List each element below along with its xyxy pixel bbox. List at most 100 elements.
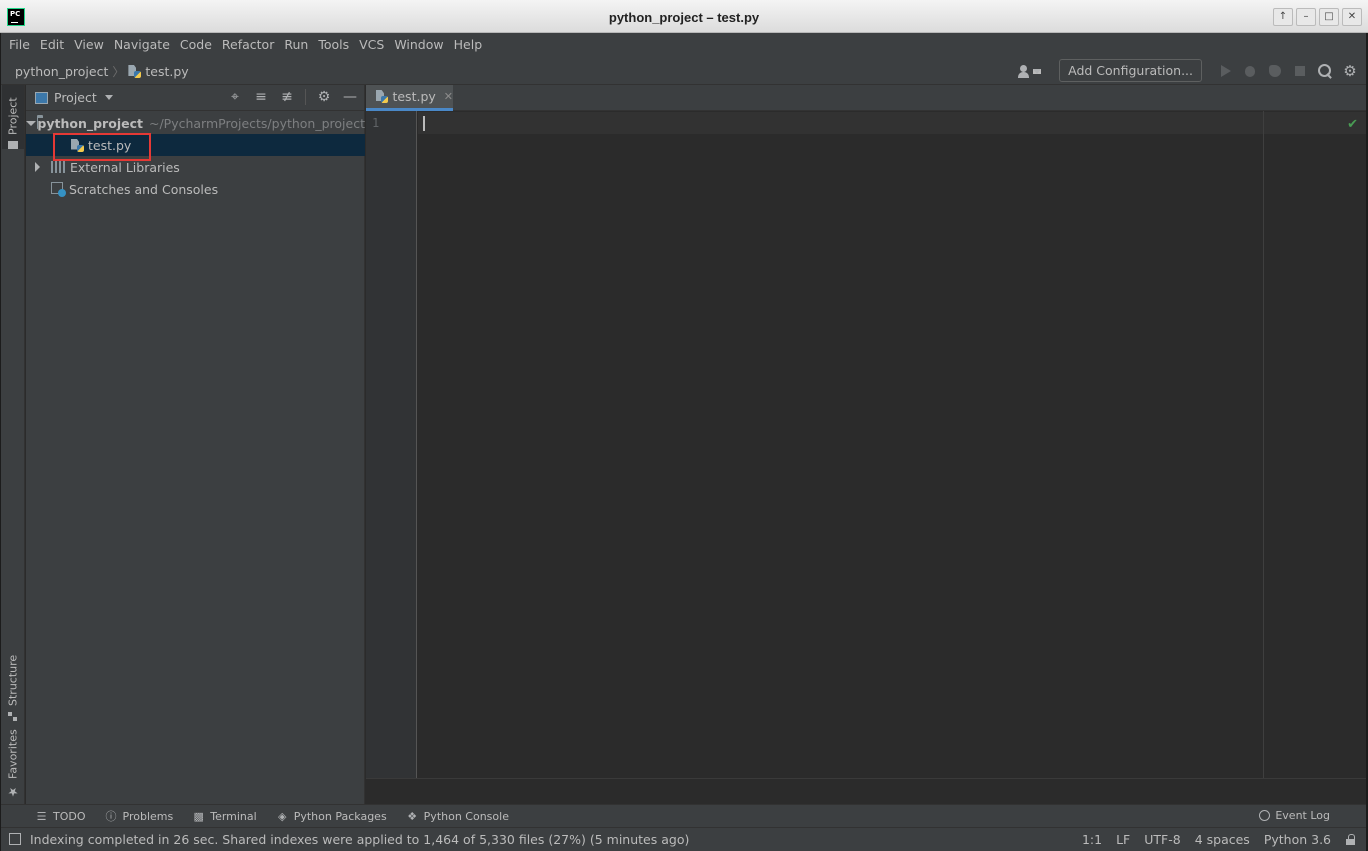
locate-file-icon[interactable]: ⌖	[227, 89, 243, 105]
maximize-button[interactable]: □	[1319, 8, 1339, 26]
project-root-name: python_project	[37, 115, 143, 131]
structure-icon	[8, 712, 18, 721]
terminal-tool-button[interactable]: ▩ Terminal	[193, 810, 257, 823]
menu-edit[interactable]: Edit	[35, 37, 69, 52]
favorites-tool-tab-label: Favorites	[6, 729, 20, 779]
window-title: python_project – test.py	[608, 10, 760, 25]
line-number: 1	[372, 116, 380, 130]
project-panel-actions: ⌖ ≡ ≢ ⚙ —	[227, 89, 358, 105]
panel-settings-gear-icon[interactable]: ⚙	[316, 89, 332, 105]
problems-tool-button[interactable]: ⓘ Problems	[106, 810, 174, 823]
python-console-label: Python Console	[423, 809, 509, 823]
python-console-tool-button[interactable]: ❖ Python Console	[407, 810, 509, 823]
scratches-icon	[51, 181, 66, 197]
python-packages-tool-button[interactable]: ◈ Python Packages	[277, 810, 387, 823]
python-file-icon	[376, 90, 389, 103]
breadcrumb-separator-icon: 〉	[112, 65, 125, 79]
toggle-tool-windows-icon[interactable]	[9, 833, 21, 845]
library-icon	[51, 161, 65, 173]
favorites-tool-tab[interactable]: ★ Favorites	[2, 727, 24, 799]
expand-arrow-right-icon[interactable]	[35, 162, 40, 172]
window-controls: ↑ – □ ✕	[1273, 8, 1362, 26]
menu-run[interactable]: Run	[279, 37, 313, 52]
lock-icon[interactable]	[1345, 834, 1356, 845]
breadcrumb-project[interactable]: python_project	[15, 64, 108, 79]
left-tool-strip: Project Structure ★ Favorites	[0, 85, 25, 804]
problems-label: Problems	[122, 809, 174, 823]
status-message[interactable]: Indexing completed in 26 sec. Shared ind…	[30, 832, 689, 847]
breadcrumb-file[interactable]: test.py	[145, 64, 188, 79]
event-log-label: Event Log	[1275, 809, 1330, 822]
menu-vcs[interactable]: VCS	[354, 37, 389, 52]
line-separator[interactable]: LF	[1116, 832, 1130, 847]
current-line-highlight	[418, 112, 1368, 134]
stop-icon[interactable]	[1292, 63, 1308, 79]
no-problems-check-icon[interactable]: ✔	[1347, 117, 1358, 132]
add-configuration-button[interactable]: Add Configuration...	[1059, 59, 1202, 82]
breadcrumb: python_project 〉 test.py	[15, 63, 189, 80]
search-icon[interactable]	[1317, 63, 1333, 79]
editor-bottom-area	[366, 778, 1368, 804]
minimize-button[interactable]: –	[1296, 8, 1316, 26]
todo-label: TODO	[53, 809, 86, 823]
menu-code[interactable]: Code	[175, 37, 217, 52]
status-widgets: 1:1 LF UTF-8 4 spaces Python 3.6	[1082, 832, 1356, 847]
status-bar: Indexing completed in 26 sec. Shared ind…	[0, 827, 1368, 851]
project-panel-title: Project	[54, 90, 97, 105]
menu-help[interactable]: Help	[449, 37, 488, 52]
title-bar: PC python_project – test.py ↑ – □ ✕	[0, 0, 1368, 33]
indent-setting[interactable]: 4 spaces	[1195, 832, 1250, 847]
expand-all-icon[interactable]: ≡	[253, 89, 269, 105]
structure-tool-tab[interactable]: Structure	[2, 651, 24, 721]
layers-icon: ◈	[277, 809, 287, 823]
chevron-down-icon	[104, 95, 113, 100]
expand-arrow-down-icon[interactable]	[26, 120, 37, 126]
python-console-icon: ❖	[407, 809, 418, 823]
editor-tab-bar: test.py ✕	[366, 85, 1368, 111]
run-icon[interactable]	[1217, 63, 1233, 79]
collapse-all-icon[interactable]: ≢	[279, 89, 295, 105]
project-panel-header: Project ⌖ ≡ ≢ ⚙ —	[26, 85, 364, 111]
hide-panel-icon[interactable]: —	[342, 89, 358, 105]
text-caret	[423, 116, 425, 131]
run-toolbar: Add Configuration... ⚙	[1018, 59, 1358, 82]
tree-item-scratches[interactable]: Scratches and Consoles	[26, 178, 365, 200]
file-encoding[interactable]: UTF-8	[1144, 832, 1180, 847]
right-margin-guide	[1263, 111, 1264, 778]
menu-tools[interactable]: Tools	[313, 37, 354, 52]
python-interpreter[interactable]: Python 3.6	[1264, 832, 1331, 847]
menu-window[interactable]: Window	[389, 37, 448, 52]
user-icon[interactable]	[1018, 63, 1042, 79]
project-tool-tab[interactable]: Project	[2, 85, 24, 149]
todo-tool-button[interactable]: ☰ TODO	[36, 810, 86, 823]
caret-position[interactable]: 1:1	[1082, 832, 1102, 847]
coverage-icon[interactable]	[1267, 63, 1283, 79]
star-icon: ★	[6, 785, 20, 799]
event-log-icon	[1259, 810, 1271, 821]
menu-view[interactable]: View	[69, 37, 109, 52]
code-editor[interactable]: 1 ✔	[366, 111, 1368, 778]
project-view-selector[interactable]: Project	[35, 90, 113, 105]
menu-file[interactable]: File	[4, 37, 35, 52]
debug-icon[interactable]	[1242, 63, 1258, 79]
close-tab-icon[interactable]: ✕	[444, 90, 453, 103]
info-icon: ⓘ	[105, 809, 117, 823]
python-file-icon	[128, 65, 142, 78]
navigation-bar: python_project 〉 test.py Add Configurati…	[0, 56, 1368, 85]
menu-refactor[interactable]: Refactor	[217, 37, 279, 52]
terminal-label: Terminal	[210, 809, 257, 823]
settings-gear-icon[interactable]: ⚙	[1342, 63, 1358, 79]
shade-button[interactable]: ↑	[1273, 8, 1293, 26]
menu-navigate[interactable]: Navigate	[109, 37, 175, 52]
line-gutter: 1	[366, 111, 417, 778]
folder-icon	[8, 141, 18, 149]
event-log-tool-button[interactable]: Event Log	[1259, 809, 1330, 822]
python-packages-label: Python Packages	[293, 809, 387, 823]
highlight-annotation-box	[53, 133, 151, 161]
tab-test-py[interactable]: test.py ✕	[366, 85, 453, 111]
tree-item-project-root[interactable]: python_project ~/PycharmProjects/python_…	[26, 112, 365, 134]
scratches-label: Scratches and Consoles	[69, 181, 219, 197]
project-tool-tab-label: Project	[6, 97, 20, 135]
close-button[interactable]: ✕	[1342, 8, 1362, 26]
structure-tool-tab-label: Structure	[6, 654, 20, 706]
